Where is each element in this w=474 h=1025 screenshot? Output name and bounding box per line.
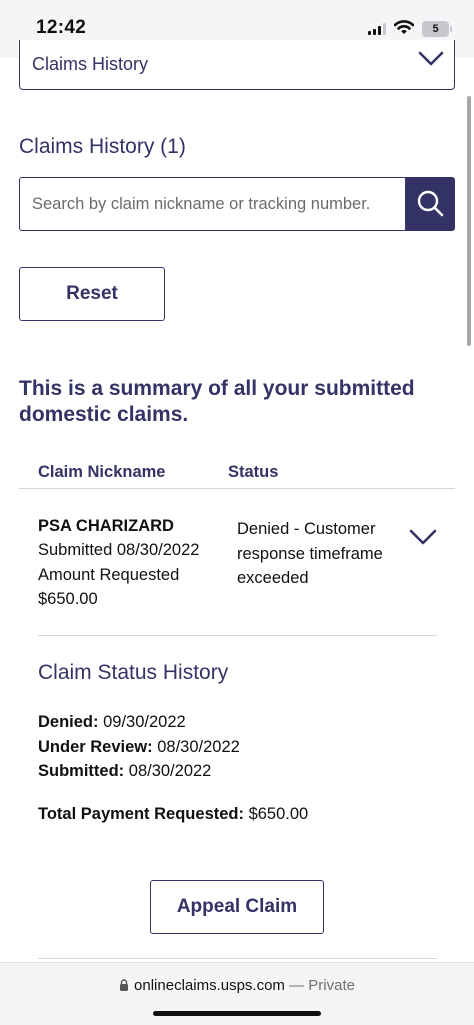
chevron-down-icon bbox=[418, 51, 444, 66]
history-entry-under-review: Under Review: 08/30/2022 bbox=[38, 738, 240, 757]
total-payment-label: Total Payment Requested: bbox=[38, 805, 244, 823]
claims-view-dropdown[interactable]: Claims History bbox=[19, 40, 455, 90]
wifi-icon bbox=[394, 20, 414, 34]
home-indicator bbox=[153, 1011, 321, 1016]
browser-address-bar[interactable]: onlineclaims.usps.com — Private bbox=[0, 962, 474, 1025]
claim-amount-label: Amount Requested bbox=[38, 566, 180, 584]
history-entry-date: 08/30/2022 bbox=[157, 738, 240, 756]
reset-button[interactable]: Reset bbox=[19, 267, 165, 321]
claim-nickname: PSA CHARIZARD bbox=[38, 517, 174, 535]
history-entry-date: 08/30/2022 bbox=[128, 762, 212, 780]
claim-status: Denied - Customer response timeframe exc… bbox=[237, 520, 383, 587]
search-button[interactable] bbox=[405, 177, 455, 231]
chevron-down-icon[interactable] bbox=[409, 528, 437, 546]
row-divider bbox=[38, 635, 437, 636]
history-entry-submitted: Submitted: 08/30/2022 bbox=[38, 762, 211, 781]
page-scrollbar[interactable] bbox=[467, 96, 471, 346]
history-entry-denied: Denied: 09/30/2022 bbox=[38, 713, 186, 732]
total-payment-requested: Total Payment Requested: $650.00 bbox=[38, 805, 308, 824]
lock-icon bbox=[120, 979, 129, 991]
url-text: onlineclaims.usps.com bbox=[134, 977, 285, 994]
url-separator: — bbox=[284, 977, 309, 994]
private-label: Private bbox=[308, 977, 355, 994]
url-row: onlineclaims.usps.com — Private bbox=[0, 977, 474, 994]
total-payment-value: $650.00 bbox=[248, 805, 309, 823]
appeal-claim-button[interactable]: Appeal Claim bbox=[150, 880, 324, 934]
battery-level: 5 bbox=[422, 21, 449, 37]
column-header-status: Status bbox=[228, 463, 279, 481]
battery-icon: 5 bbox=[422, 21, 452, 37]
claims-history-title: Claims History (1) bbox=[19, 135, 186, 158]
signal-icon bbox=[368, 23, 386, 35]
claim-status-history-title: Claim Status History bbox=[38, 661, 229, 684]
claim-amount-value: $650.00 bbox=[38, 590, 98, 608]
summary-heading: This is a summary of all your submitted … bbox=[19, 377, 415, 426]
bottom-divider bbox=[38, 958, 437, 959]
claim-submitted-date: Submitted 08/30/2022 bbox=[38, 541, 200, 559]
history-entry-date: 09/30/2022 bbox=[103, 713, 186, 731]
history-entry-label: Submitted: bbox=[38, 762, 125, 780]
history-entry-label: Under Review: bbox=[38, 738, 153, 756]
column-header-nickname: Claim Nickname bbox=[38, 463, 166, 481]
search-bar bbox=[19, 177, 455, 231]
dropdown-selected-value: Claims History bbox=[32, 54, 149, 74]
status-time: 12:42 bbox=[36, 17, 87, 38]
search-icon bbox=[417, 190, 444, 217]
search-input[interactable] bbox=[19, 177, 405, 231]
table-header-divider bbox=[19, 488, 455, 489]
history-entry-label: Denied: bbox=[38, 713, 99, 731]
